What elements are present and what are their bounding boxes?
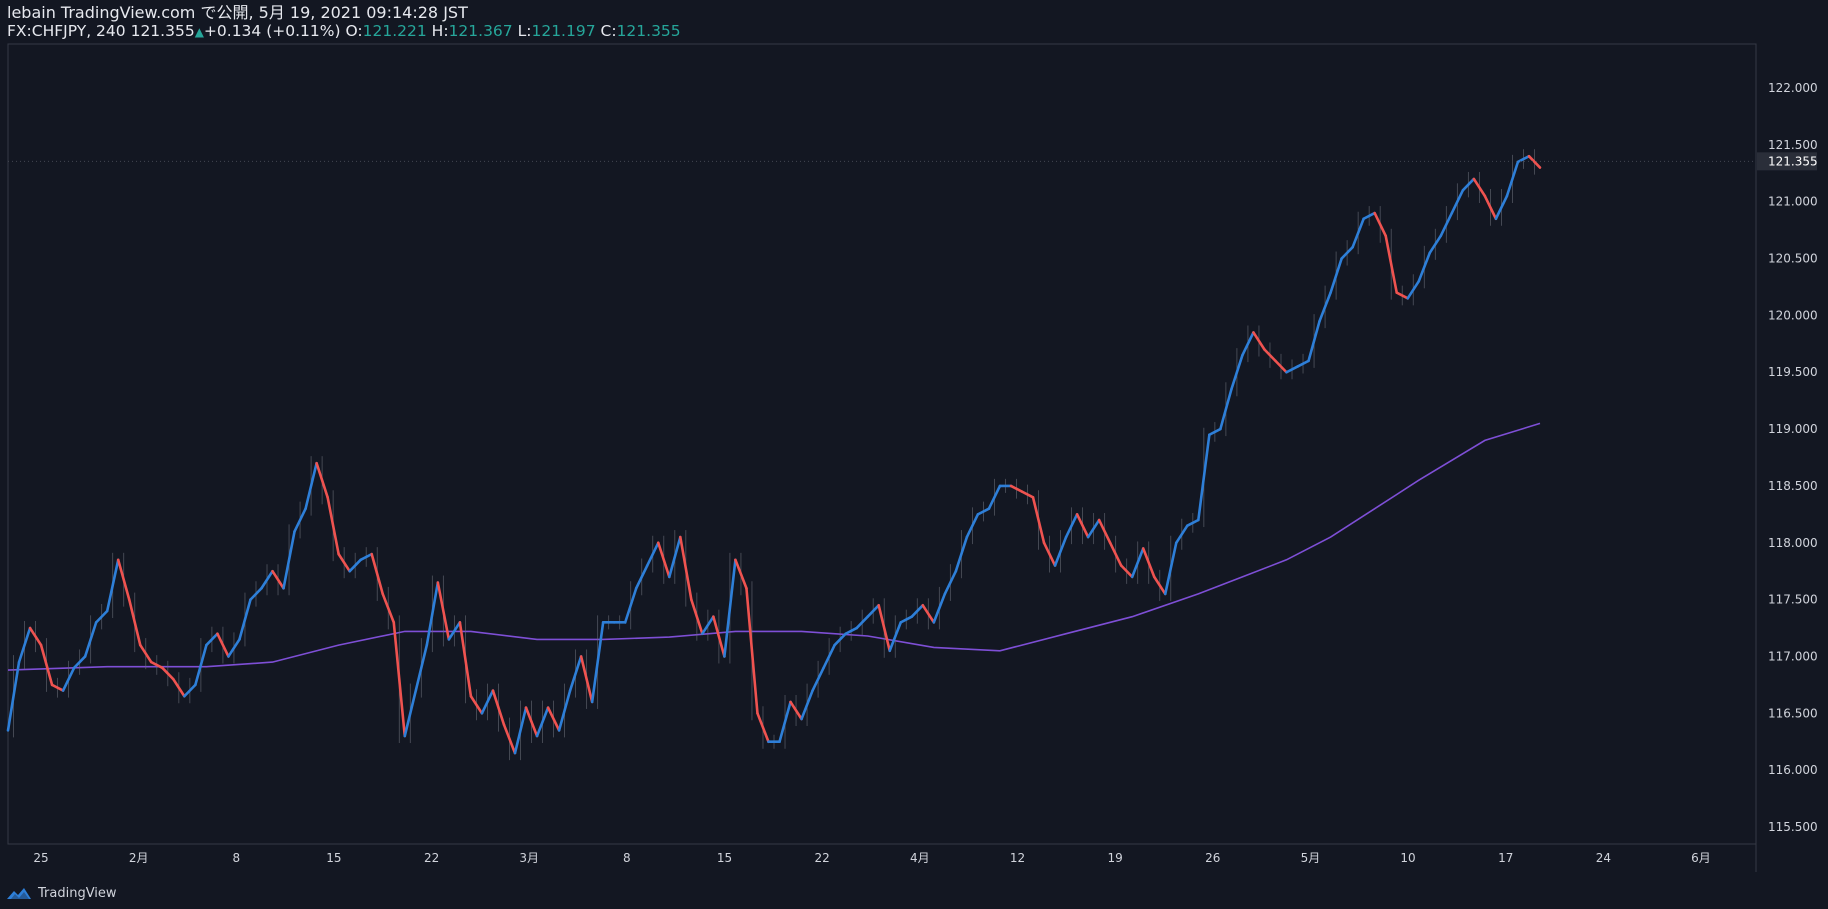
plot-frame [7,43,1757,845]
x-tick-label: 15 [717,851,732,865]
x-tick-label: 8 [623,851,631,865]
y-tick-label: 120.000 [1768,308,1818,322]
x-tick-label: 8 [232,851,240,865]
x-tick-label: 26 [1205,851,1220,865]
y-tick-label: 116.500 [1768,706,1818,720]
footer-brand: TradingView [38,885,117,901]
current-price-label: 121.355 [1768,154,1818,168]
x-tick-label: 17 [1498,851,1513,865]
x-tick-label: 4月 [910,851,930,865]
x-tick-label: 22 [815,851,830,865]
y-tick-label: 120.500 [1768,252,1818,266]
axes-layer: 122.000 121.500 121.000 120.500 120.000 119.5… [7,43,1818,872]
x-tick-label: 22 [424,851,439,865]
moving-average-line [7,422,1541,671]
x-tick-label: 24 [1596,851,1611,865]
y-tick-label: 119.000 [1768,422,1818,436]
y-tick-label: 119.500 [1768,365,1818,379]
x-tick-label: 6月 [1691,851,1711,865]
x-tick-label: 5月 [1301,851,1321,865]
y-tick-label: 121.500 [1768,138,1818,152]
x-tick-label: 19 [1107,851,1122,865]
y-tick-label: 122.000 [1768,81,1818,95]
y-tick-label: 116.000 [1768,763,1818,777]
x-tick-label: 25 [33,851,48,865]
y-tick-label: 118.500 [1768,479,1818,493]
footer[interactable]: TradingView [6,885,117,901]
y-tick-label: 118.000 [1768,536,1818,550]
y-tick-label: 121.000 [1768,195,1818,209]
y-tick-label: 117.500 [1768,593,1818,607]
y-tick-label: 117.000 [1768,649,1818,663]
x-tick-label: 10 [1400,851,1415,865]
y-tick-label: 115.500 [1768,820,1818,834]
ma-layer [7,422,1541,671]
x-tick-label: 12 [1010,851,1025,865]
x-tick-label: 2月 [129,851,149,865]
x-tick-label: 15 [326,851,341,865]
tradingview-logo-icon [7,888,31,899]
x-tick-label: 3月 [519,851,539,865]
candle-layer [6,149,1542,761]
label-layer: 121.355 [8,152,1818,171]
price-chart[interactable]: 122.000 121.500 121.000 120.500 120.000 119.5… [0,0,1828,909]
